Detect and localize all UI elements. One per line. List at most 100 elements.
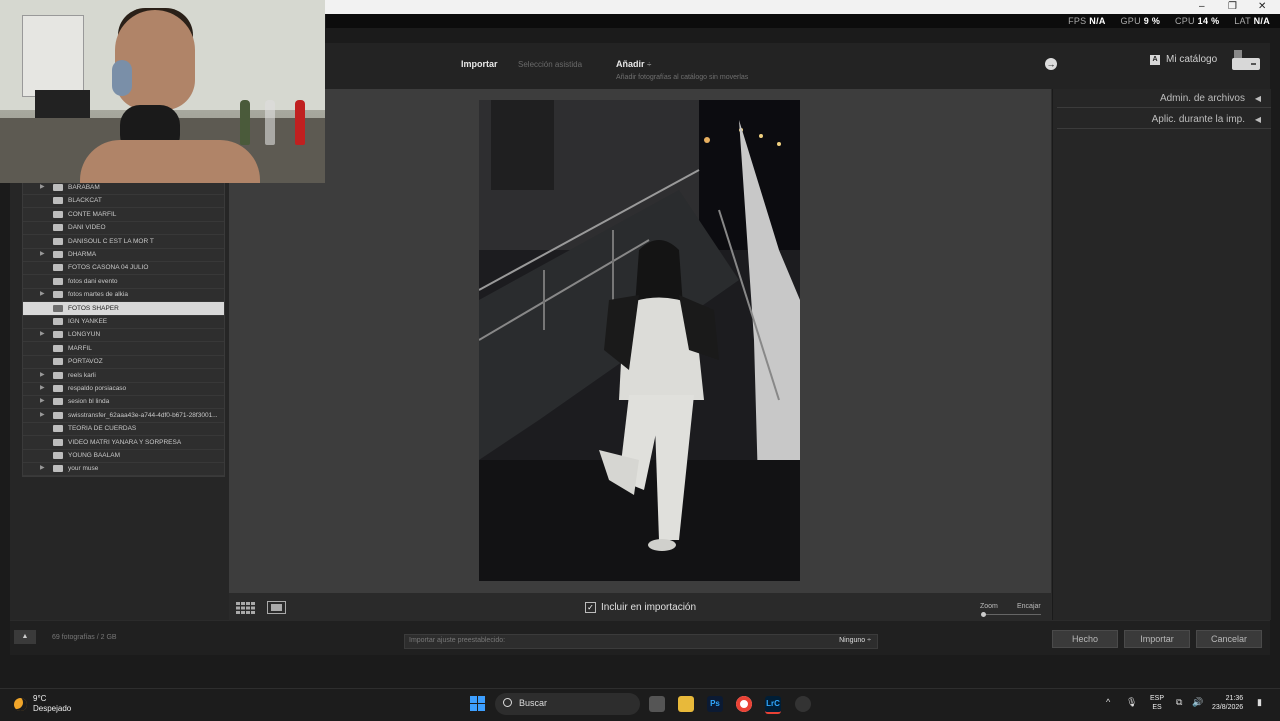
include-checkbox[interactable]: ✓ (585, 602, 596, 613)
folder-row[interactable]: ▶ DHARMA (23, 248, 224, 262)
mode-assisted-selection[interactable]: Selección asistida (518, 60, 582, 69)
collapse-button[interactable]: ▲ (14, 630, 36, 644)
webcam-overlay (0, 0, 325, 183)
folder-row[interactable]: ▶ LONGYUN (23, 328, 224, 343)
maximize-button[interactable]: ❐ (1228, 0, 1237, 14)
expand-triangle-icon[interactable]: ▶ (40, 369, 45, 382)
expand-triangle-icon[interactable]: ▶ (40, 248, 45, 261)
folder-row[interactable]: ▶ swisstransfer_62aaa43e-a744-4df0-b671-2… (23, 409, 224, 423)
clock[interactable]: 21:36 23/8/2026 (1212, 694, 1243, 712)
folder-row[interactable]: VIDEO MATRI YANARA Y SORPRESA (23, 436, 224, 450)
folder-row[interactable]: ▶ reels karli (23, 369, 224, 383)
folder-row[interactable]: YOUNG BAALAM (23, 449, 224, 463)
loupe-view-icon[interactable] (267, 601, 286, 614)
weather-temp: 9°C (33, 694, 47, 703)
mode-import[interactable]: Importar (461, 59, 498, 69)
photo-count: 69 fotografías / 2 GB (52, 634, 117, 641)
gpu-value: 9 % (1143, 16, 1161, 26)
folder-row[interactable]: ▶ your muse (23, 462, 224, 477)
grid-view-icon[interactable] (236, 602, 256, 614)
weather-widget[interactable]: 9°C Despejado (14, 694, 71, 714)
import-button[interactable]: Importar (1124, 630, 1190, 648)
network-icon[interactable]: ⧉ (1176, 697, 1182, 708)
catalog-target[interactable]: A Mi catálogo (1150, 54, 1217, 65)
folder-row[interactable]: ▶ sesion bl linda (23, 395, 224, 410)
folder-row[interactable]: PORTAVOZ (23, 355, 224, 370)
folder-label: reels karli (68, 371, 96, 379)
arrow-right-icon[interactable]: → (1045, 58, 1057, 70)
include-label: Incluir en importación (601, 602, 697, 613)
expand-triangle-icon[interactable]: ▶ (40, 382, 45, 395)
mode-add-label: Añadir (616, 59, 645, 69)
apply-during-import-header[interactable]: Aplic. durante la imp. ◀ (1057, 110, 1271, 129)
search-placeholder: Buscar (519, 698, 548, 708)
zoom-slider-thumb[interactable] (981, 612, 986, 617)
mode-add[interactable]: Añadir ÷ (616, 59, 651, 69)
minimize-button[interactable]: – (1199, 0, 1205, 14)
cpu-label: CPU (1174, 16, 1195, 26)
volume-icon[interactable]: 🔊 (1192, 697, 1203, 708)
task-view-icon[interactable] (649, 696, 665, 712)
microphone-icon[interactable]: 🎙 (1126, 697, 1137, 708)
import-preset-value: Ninguno ÷ (839, 637, 871, 644)
photo-preview[interactable] (479, 100, 800, 581)
expand-triangle-icon[interactable]: ▶ (40, 409, 45, 422)
file-handling-label: Admin. de archivos (1159, 93, 1245, 104)
folder-icon (53, 277, 63, 285)
include-in-import[interactable]: ✓ Incluir en importación (585, 602, 696, 613)
folder-icon (53, 197, 63, 205)
file-handling-header[interactable]: Admin. de archivos ◀ (1057, 89, 1271, 108)
expand-triangle-icon[interactable]: ▶ (40, 328, 45, 341)
expand-triangle-icon[interactable]: ▶ (40, 395, 45, 408)
folder-icon (53, 210, 63, 218)
folder-row[interactable]: BLACKCAT (23, 194, 224, 209)
tray-overflow-icon[interactable]: ^ (1106, 697, 1110, 707)
folder-list[interactable]: ▶ BARABAM BLACKCAT CONTE MARFIL DANI VIDEO DA… (22, 180, 225, 477)
folder-icon (53, 411, 63, 419)
folder-icon (53, 304, 63, 312)
file-explorer-icon[interactable] (678, 696, 694, 712)
folder-label: fotos martes de alkia (68, 291, 128, 299)
zoom-slider[interactable] (983, 614, 1041, 615)
notification-icon[interactable]: ▮ (1257, 697, 1262, 708)
folder-icon (53, 398, 63, 406)
folder-row[interactable]: MARFIL (23, 342, 224, 356)
search-icon (503, 698, 512, 707)
folder-row[interactable]: ▶ respaldo porsiacaso (23, 382, 224, 396)
folder-row[interactable]: DANISOUL C EST LA MOR T (23, 235, 224, 249)
photoshop-icon[interactable]: Ps (707, 696, 723, 712)
clock-time: 21:36 (1225, 695, 1244, 702)
folder-row[interactable]: FOTOS CASONA 04 JULIO (23, 261, 224, 276)
folder-row[interactable]: TEORIA DE CUERDAS (23, 422, 224, 437)
chrome-icon[interactable] (736, 696, 752, 712)
folder-row[interactable]: ▶ fotos martes de alkia (23, 288, 224, 303)
folder-icon (53, 224, 63, 232)
folder-row[interactable]: FOTOS SHAPER (23, 301, 224, 316)
folder-label: FOTOS SHAPER (68, 304, 119, 312)
folder-row[interactable]: IGN YANKEE (23, 315, 224, 329)
folder-row[interactable]: CONTE MARFIL (23, 208, 224, 222)
folder-label: MARFIL (68, 344, 92, 352)
windows-start-icon[interactable] (470, 696, 486, 712)
import-preset-select[interactable]: Importar ajuste preestablecido: Ninguno … (404, 634, 878, 649)
taskbar-search[interactable]: Buscar (495, 693, 640, 715)
folder-label: DANISOUL C EST LA MOR T (68, 237, 154, 245)
folder-label: respaldo porsiacaso (68, 385, 127, 392)
clock-date: 23/8/2026 (1212, 704, 1244, 711)
close-button[interactable]: ✕ (1258, 0, 1266, 14)
add-subtitle: Añadir fotografías al catálogo sin mover… (616, 74, 749, 81)
folder-label: fotos dani evento (68, 277, 118, 285)
language-code: ESP (1150, 695, 1165, 702)
expand-triangle-icon[interactable]: ▶ (40, 462, 45, 475)
done-button[interactable]: Hecho (1052, 630, 1118, 648)
folder-row[interactable]: DANI VIDEO (23, 221, 224, 236)
expand-triangle-icon[interactable]: ▶ (40, 288, 45, 301)
fit-label[interactable]: Encajar (1017, 603, 1041, 610)
language-indicator[interactable]: ESP ES (1150, 694, 1164, 712)
obs-icon[interactable] (795, 696, 811, 712)
folder-icon (53, 385, 63, 392)
folder-row[interactable]: ▶ BARABAM (23, 181, 224, 195)
folder-row[interactable]: fotos dani evento (23, 275, 224, 289)
lightroom-classic-icon[interactable]: LrC (765, 696, 781, 714)
cancel-button[interactable]: Cancelar (1196, 630, 1262, 648)
